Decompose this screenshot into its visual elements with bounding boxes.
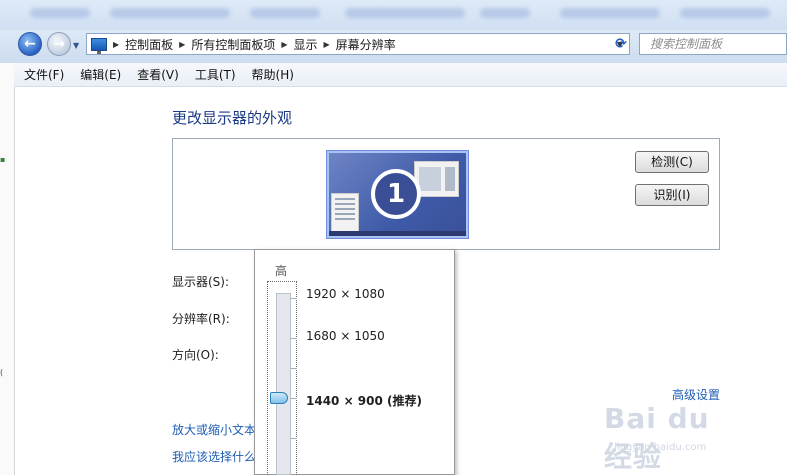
resolution-option-selected[interactable]: 1440 × 900 (推荐) <box>306 392 422 409</box>
blurred-title <box>560 8 660 18</box>
window-title-bar <box>0 0 787 30</box>
menu-help[interactable]: 帮助(H) <box>252 66 294 83</box>
slider-tick <box>291 338 297 339</box>
chevron-right-icon[interactable]: ▶ <box>281 40 287 49</box>
breadcrumb-control-panel[interactable]: 控制面板 <box>125 36 173 53</box>
forward-arrow-icon: → <box>53 36 65 52</box>
baidu-logo: Bai du 经验 <box>604 402 710 473</box>
slider-tick <box>291 368 297 369</box>
blurred-title <box>110 8 230 18</box>
background-window-edge-mark: ( <box>0 368 4 377</box>
slider-tick <box>291 298 297 299</box>
preview-taskbar <box>329 231 466 236</box>
breadcrumb-display[interactable]: 显示 <box>294 36 318 53</box>
refresh-icon[interactable]: ⟳ <box>610 33 632 55</box>
background-window-edge-mark: ▪ <box>0 155 6 164</box>
monitor-1-preview[interactable]: 1 <box>326 150 469 239</box>
slider-tick <box>291 398 297 399</box>
recent-pages-dropdown-icon[interactable]: ▼ <box>73 41 79 50</box>
page-title: 更改显示器的外观 <box>172 109 293 127</box>
detect-button[interactable]: 检测(C) <box>635 151 709 173</box>
chevron-right-icon[interactable]: ▶ <box>113 40 119 49</box>
resolution-label: 分辨率(R): <box>172 312 230 326</box>
monitor-number-badge: 1 <box>371 169 421 219</box>
background-window-edge: ▪ ( <box>0 63 15 475</box>
back-arrow-icon: ← <box>24 36 36 52</box>
display-label: 显示器(S): <box>172 275 230 289</box>
blurred-title <box>30 8 90 18</box>
menu-bar: 文件(F) 编辑(E) 查看(V) 工具(T) 帮助(H) <box>14 63 787 87</box>
resolution-option[interactable]: 1920 × 1080 <box>306 287 385 301</box>
control-panel-icon <box>91 37 107 54</box>
orientation-label: 方向(O): <box>172 348 219 362</box>
preview-window <box>331 193 359 233</box>
resolution-option[interactable]: 1680 × 1050 <box>306 329 385 343</box>
address-bar[interactable]: ▶ 控制面板 ▶ 所有控制面板项 ▶ 显示 ▶ 屏幕分辨率 ▼ <box>86 33 630 55</box>
chevron-right-icon[interactable]: ▶ <box>324 40 330 49</box>
blurred-title <box>680 8 770 18</box>
blurred-title <box>345 8 465 18</box>
menu-tools[interactable]: 工具(T) <box>195 66 236 83</box>
advanced-settings-link[interactable]: 高级设置 <box>672 386 720 403</box>
breadcrumb-screen-resolution[interactable]: 屏幕分辨率 <box>336 36 396 53</box>
address-toolbar: ← → ▼ ▶ 控制面板 ▶ 所有控制面板项 ▶ 显示 ▶ 屏幕分辨率 ▼ ⟳ … <box>0 30 787 63</box>
back-button[interactable]: ← <box>18 32 42 56</box>
which-settings-link[interactable]: 我应该选择什么 <box>172 448 256 465</box>
high-label: 高 <box>275 264 288 278</box>
chevron-right-icon[interactable]: ▶ <box>179 40 185 49</box>
baidu-watermark: Bai du 经验 jingyan.baidu.com <box>604 402 744 473</box>
forward-button[interactable]: → <box>47 32 71 56</box>
watermark-url: jingyan.baidu.com <box>614 442 707 453</box>
text-size-link[interactable]: 放大或缩小文本 <box>172 421 256 438</box>
slider-tick <box>291 438 297 439</box>
breadcrumb-all-items[interactable]: 所有控制面板项 <box>191 36 275 53</box>
search-input[interactable]: 搜索控制面板 <box>639 33 787 55</box>
identify-button[interactable]: 识别(I) <box>635 184 709 206</box>
blurred-title <box>480 8 530 18</box>
resolution-slider-track[interactable] <box>276 293 291 475</box>
menu-view[interactable]: 查看(V) <box>137 66 179 83</box>
menu-file[interactable]: 文件(F) <box>24 66 64 83</box>
resolution-slider-thumb[interactable] <box>270 392 288 404</box>
blurred-title <box>250 8 320 18</box>
menu-edit[interactable]: 编辑(E) <box>80 66 121 83</box>
